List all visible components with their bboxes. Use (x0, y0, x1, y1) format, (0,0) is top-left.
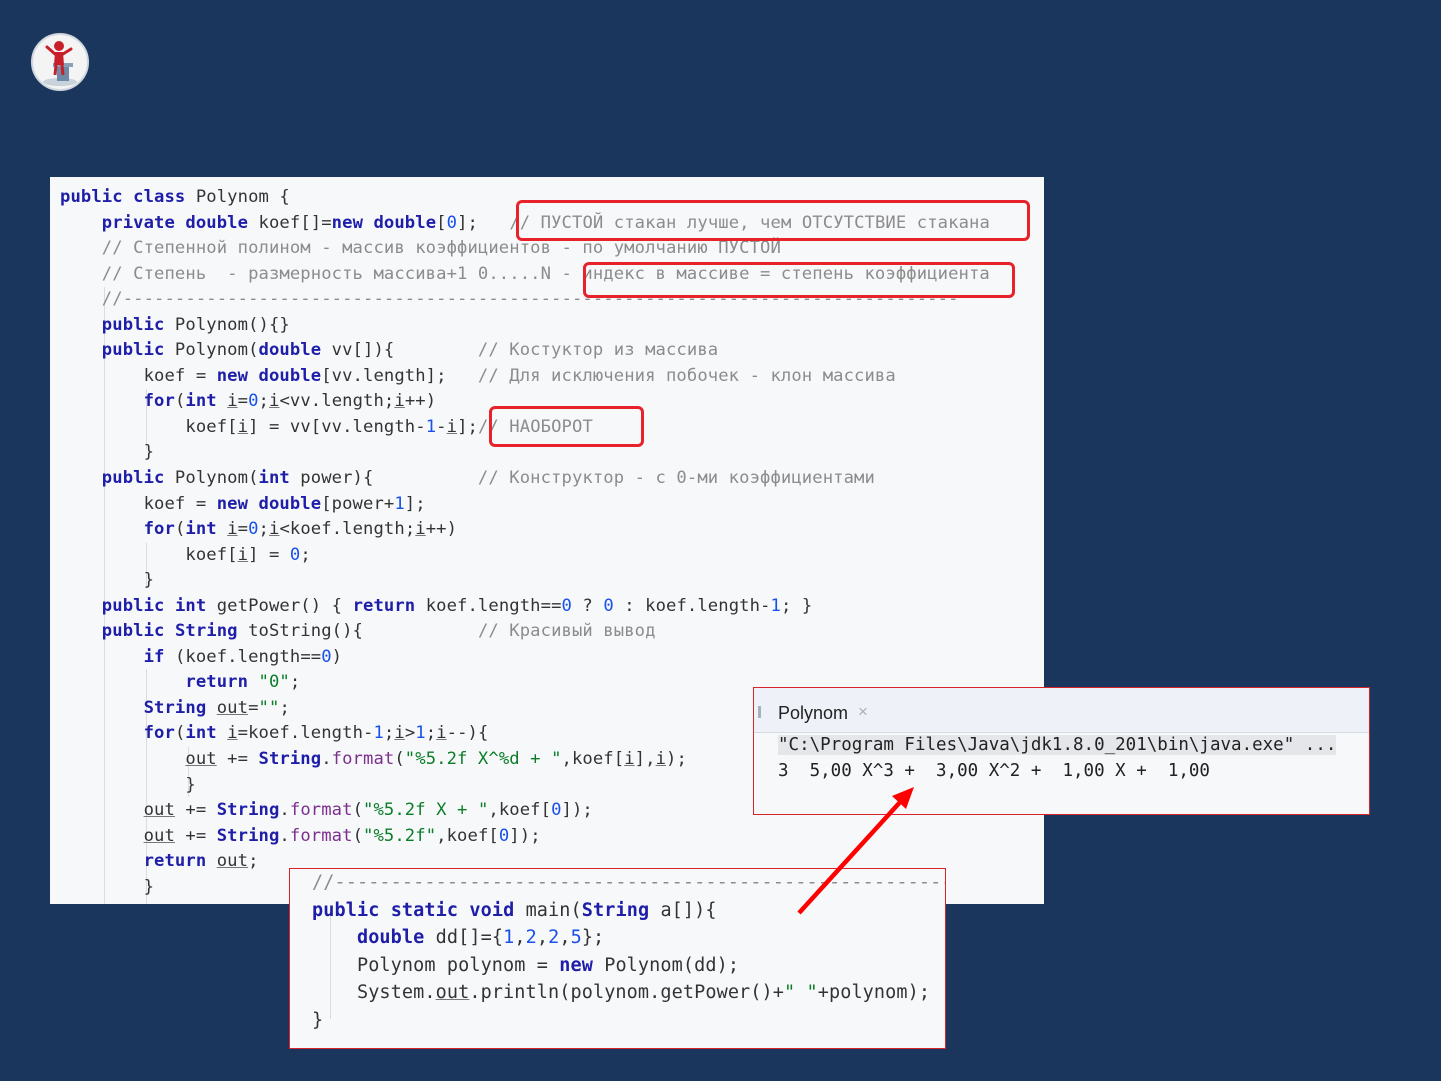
annotation-box-empty-cup (516, 200, 1030, 241)
code-line: public Polynom(int power){ // Конструкто… (101, 468, 875, 489)
main-code-listing: //--------------------------------------… (312, 869, 945, 1034)
annotation-box-reverse (489, 406, 644, 447)
code-line: public Polynom(double vv[]){ // Костукто… (101, 340, 719, 361)
annotation-box-index-degree (583, 262, 1015, 298)
code-line: } (60, 570, 155, 591)
console-tab-bar: Polynom × (754, 688, 1369, 733)
code-line: public int getPower() { return koef.leng… (101, 595, 813, 616)
code-line: koef = new double[vv.length]; // Для иск… (60, 365, 896, 386)
code-line: for(int i=0;i<koef.length;i++) (143, 519, 458, 540)
code-line: public static void main(String a[]){ (312, 899, 717, 921)
console-tab-polynom[interactable]: Polynom (778, 703, 848, 724)
code-line: koef = new double[power+1]; (60, 493, 426, 514)
console-output-line: 3 5,00 X^3 + 3,00 X^2 + 1,00 X + 1,00 (778, 761, 1210, 781)
code-line: public String toString(){ // Красивый вы… (101, 621, 656, 642)
run-tab-icon (758, 706, 766, 718)
code-line: koef[i] = 0; (60, 544, 311, 565)
code-line: } (312, 1009, 324, 1031)
close-icon[interactable]: × (858, 702, 868, 722)
code-line: System.out.println(polynom.getPower()+" … (312, 982, 931, 1003)
code-line: public Polynom(){} (101, 314, 290, 335)
main-method-snippet: //--------------------------------------… (289, 868, 946, 1049)
run-console-window: Polynom × "C:\Program Files\Java\jdk1.8.… (753, 687, 1370, 815)
code-line: double dd[]={1,2,2,5}; (356, 927, 605, 948)
code-line: //--------------------------------------… (312, 872, 945, 893)
code-line: if (koef.length==0) (143, 646, 343, 667)
code-line: Polynom polynom = new Polynom(dd); (312, 954, 740, 976)
presenter-logo-icon (31, 33, 89, 91)
console-command-line: "C:\Program Files\Java\jdk1.8.0_201\bin\… (778, 735, 1337, 755)
code-line: out += String.format("%5.2f",koef[0]); (143, 825, 541, 846)
